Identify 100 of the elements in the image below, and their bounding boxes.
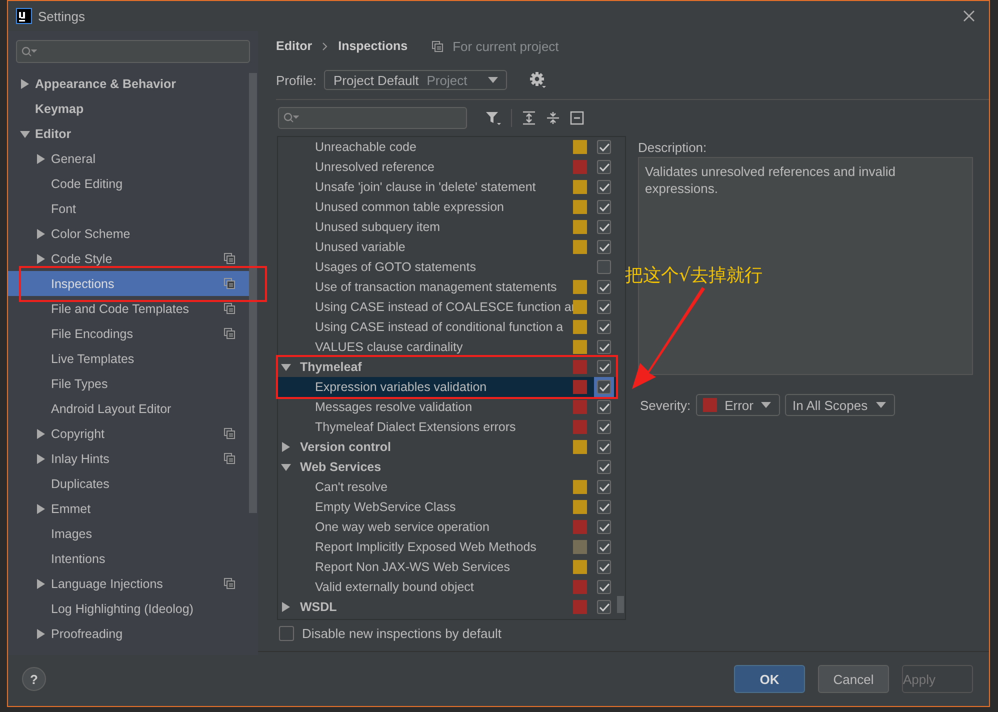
inspection-row[interactable]: WSDL [278, 597, 616, 617]
inspection-row[interactable]: Unused variable [278, 237, 616, 257]
sidebar-item[interactable]: Font [8, 196, 249, 221]
project-scope-icon [432, 40, 443, 52]
sidebar-item[interactable]: General [8, 146, 249, 171]
severity-label: Severity: [640, 398, 691, 412]
inspection-row[interactable]: Empty WebService Class [278, 497, 616, 517]
sidebar-item[interactable]: File Types [8, 371, 249, 396]
checkbox[interactable] [597, 560, 611, 574]
checkbox[interactable] [597, 240, 611, 254]
sidebar-item[interactable]: Code Editing [8, 171, 249, 196]
filter-search-field[interactable] [278, 107, 467, 129]
search-field[interactable] [16, 40, 250, 63]
checkbox[interactable] [597, 440, 611, 454]
inspection-row[interactable]: Can't resolve [278, 477, 616, 497]
checkbox[interactable] [597, 300, 611, 314]
checkmark-icon [598, 422, 610, 432]
inspection-row[interactable]: Use of transaction management statements [278, 277, 616, 297]
inspection-row[interactable]: Unresolved reference [278, 157, 616, 177]
checkbox[interactable] [597, 160, 611, 174]
checkbox[interactable] [597, 140, 611, 154]
checkbox[interactable] [279, 626, 294, 640]
reset-icon[interactable] [570, 111, 584, 125]
scrollbar[interactable] [617, 596, 624, 613]
checkmark-icon [598, 142, 610, 152]
checkbox[interactable] [597, 460, 611, 474]
inspection-row[interactable]: Valid externally bound object [278, 577, 616, 597]
checkmark-icon [598, 342, 610, 352]
scope-dropdown[interactable]: In All Scopes [785, 394, 895, 416]
sidebar-item[interactable]: Inspections [8, 271, 249, 296]
search-icon [283, 112, 299, 124]
sidebar-item[interactable]: Emmet [8, 496, 249, 521]
severity-dropdown[interactable]: Error [696, 394, 780, 416]
sidebar-item[interactable]: Proofreading [8, 621, 249, 646]
inspection-row[interactable]: VALUES clause cardinality [278, 337, 616, 357]
sidebar-item[interactable]: Live Templates [8, 346, 249, 371]
inspection-row[interactable]: Report Non JAX-WS Web Services [278, 557, 616, 577]
sidebar-item[interactable]: File and Code Templates [8, 296, 249, 321]
inspection-row[interactable]: Usages of GOTO statements [278, 257, 616, 277]
inspection-row[interactable]: Version control [278, 437, 616, 457]
checkbox[interactable] [597, 380, 611, 394]
inspection-row[interactable]: Unused subquery item [278, 217, 616, 237]
inspection-row[interactable]: One way web service operation [278, 517, 616, 537]
sidebar-item[interactable]: File Encodings [8, 321, 249, 346]
inspection-row[interactable]: Using CASE instead of conditional function a [278, 317, 616, 337]
checkbox[interactable] [597, 420, 611, 434]
checkbox[interactable] [597, 400, 611, 414]
checkbox[interactable] [597, 340, 611, 354]
breadcrumb-item[interactable]: Editor [276, 39, 312, 53]
checkbox[interactable] [597, 580, 611, 594]
settings-icon[interactable] [529, 71, 548, 89]
checkbox[interactable] [597, 180, 611, 194]
caret-icon [876, 402, 886, 408]
scrollbar[interactable] [249, 73, 257, 513]
inspection-row[interactable]: Unreachable code [278, 137, 616, 157]
checkbox[interactable] [597, 540, 611, 554]
chevron-icon [322, 42, 328, 50]
checkbox[interactable] [597, 200, 611, 214]
sidebar-item[interactable]: Images [8, 521, 249, 546]
inspection-row[interactable]: Expression variables validation [278, 377, 616, 397]
inspection-row[interactable]: Unused common table expression [278, 197, 616, 217]
inspection-row[interactable]: Unsafe 'join' clause in 'delete' statement [278, 177, 616, 197]
sidebar-item[interactable]: Inlay Hints [8, 446, 249, 471]
expand-all-icon[interactable] [522, 111, 536, 125]
description-label: Description: [638, 139, 708, 155]
sidebar-item[interactable]: Keymap [8, 96, 249, 121]
sidebar-item[interactable]: Duplicates [8, 471, 249, 496]
close-icon[interactable] [963, 10, 975, 22]
filter-icon[interactable] [485, 110, 501, 126]
sidebar-item[interactable]: Appearance & Behavior [8, 71, 249, 96]
sidebar-item[interactable]: Copyright [8, 421, 249, 446]
checkbox[interactable] [597, 600, 611, 614]
checkbox[interactable] [597, 260, 611, 274]
inspection-row[interactable]: Report Implicitly Exposed Web Methods [278, 537, 616, 557]
dialog-button[interactable]: Cancel [818, 665, 889, 693]
inspection-row[interactable]: Messages resolve validation [278, 397, 616, 417]
checkbox[interactable] [597, 520, 611, 534]
sidebar-item[interactable]: Intentions [8, 546, 249, 571]
profile-dropdown[interactable]: Project Default Project [324, 70, 508, 90]
inspection-row[interactable]: Web Services [278, 457, 616, 477]
checkbox[interactable] [597, 280, 611, 294]
checkbox[interactable] [597, 320, 611, 334]
checkbox[interactable] [597, 500, 611, 514]
collapse-all-icon[interactable] [546, 111, 560, 125]
checkbox[interactable] [597, 480, 611, 494]
sidebar-item[interactable]: Editor [8, 121, 249, 146]
breadcrumb-item[interactable]: Inspections [338, 39, 408, 53]
checkbox[interactable] [597, 360, 611, 374]
sidebar-item[interactable]: Color Scheme [8, 221, 249, 246]
dialog-button[interactable]: OK [734, 665, 805, 693]
sidebar-item[interactable]: Language Injections [8, 571, 249, 596]
sidebar-item[interactable]: Android Layout Editor [8, 396, 249, 421]
checkbox[interactable] [597, 220, 611, 234]
inspection-row[interactable]: Thymeleaf [278, 357, 616, 377]
sidebar-item[interactable]: Code Style [8, 246, 249, 271]
checkmark-icon [598, 442, 610, 452]
help-button[interactable]: ? [22, 667, 46, 691]
sidebar-item[interactable]: Log Highlighting (Ideolog) [8, 596, 249, 621]
inspection-row[interactable]: Thymeleaf Dialect Extensions errors [278, 417, 616, 437]
checkmark-icon [598, 222, 610, 232]
